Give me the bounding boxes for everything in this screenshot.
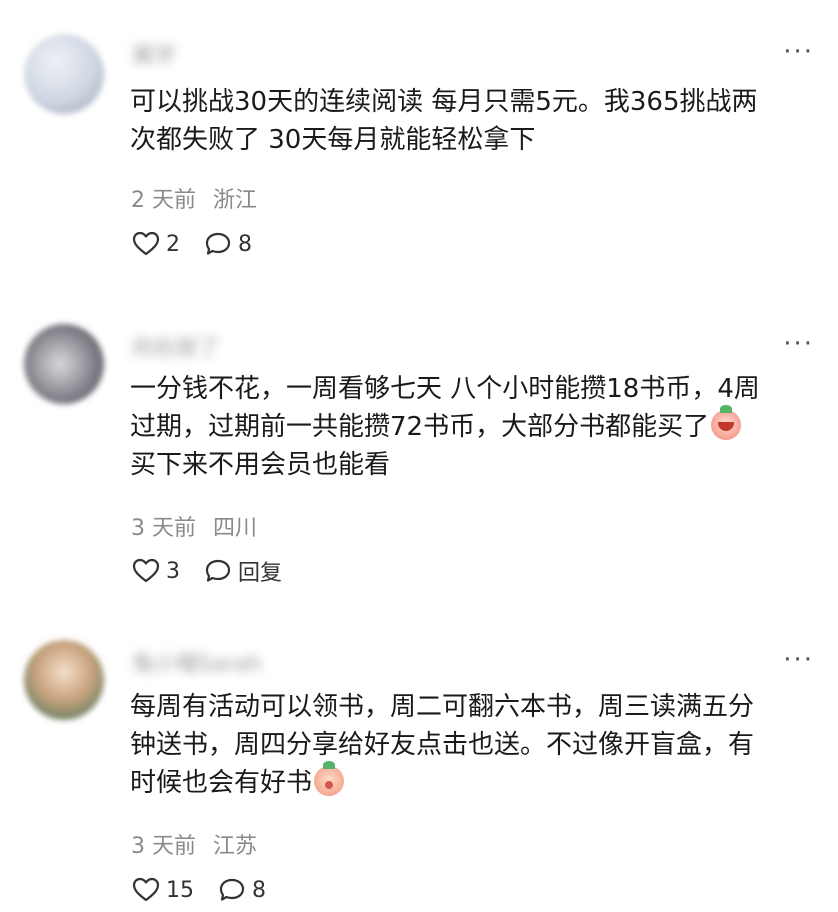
crying-face-emoji-icon — [711, 405, 742, 440]
comment-location: 浙江 — [213, 188, 258, 213]
comment-time: 2 天前 — [131, 188, 196, 213]
more-options-icon[interactable]: ··· — [783, 331, 814, 357]
heart-icon — [132, 877, 160, 902]
comment-actions: 15 8 — [132, 874, 290, 906]
reply-count: 8 — [238, 231, 252, 257]
comment-text-content: 每周有活动可以领书，周二可翻六本书，周三读满五分 钟送书，周四分享给好友点击也送… — [130, 692, 755, 798]
comment-meta: 2 天前 浙江 — [131, 182, 257, 214]
comment-text-continued: 买下来不用会员也能看 — [130, 450, 391, 480]
like-count: 3 — [166, 558, 180, 584]
avatar[interactable] — [24, 640, 104, 720]
like-count: 15 — [166, 877, 194, 903]
reply-label: 回复 — [238, 561, 283, 586]
comment-text: 一分钱不花，一周看够七天 八个小时能攒18书币，4周 过期，过期前一共能攒72书… — [130, 370, 820, 484]
more-options-icon[interactable]: ··· — [783, 39, 814, 65]
comment-location: 四川 — [213, 516, 258, 541]
reply-button[interactable]: 回复 — [204, 555, 282, 587]
comment-actions: 2 8 — [132, 228, 276, 260]
comment-meta: 3 天前 江苏 — [131, 828, 257, 860]
comment-bubble-icon — [205, 559, 231, 582]
avatar[interactable] — [24, 324, 104, 404]
like-button[interactable]: 3 — [132, 558, 180, 584]
comment-time: 3 天前 — [131, 834, 196, 859]
like-button[interactable]: 2 — [132, 231, 180, 257]
comment-bubble-icon — [219, 878, 245, 901]
avatar[interactable] — [24, 34, 104, 114]
comment-text-content: 一分钱不花，一周看够七天 八个小时能攒18书币，4周 过期，过期前一共能攒72书… — [130, 374, 760, 442]
heart-icon — [132, 558, 160, 583]
comment-location: 江苏 — [213, 834, 258, 859]
comment-bubble-icon — [205, 232, 231, 255]
comment-text-content: 可以挑战30天的连续阅读 每月只需5元。我365挑战两 次都失败了 30天每月就… — [130, 87, 758, 155]
username[interactable]: 向右就了 — [132, 330, 220, 361]
reply-button[interactable]: 8 — [204, 231, 252, 257]
more-options-icon[interactable]: ··· — [783, 647, 814, 673]
comment-time: 3 天前 — [131, 516, 196, 541]
heart-icon — [132, 231, 160, 256]
sly-face-emoji-icon — [314, 761, 345, 796]
comment-text: 每周有活动可以领书，周二可翻六本书，周三读满五分 钟送书，周四分享给好友点击也送… — [130, 688, 820, 802]
username[interactable]: 兔小喵Sarah — [132, 646, 262, 677]
comment-text: 可以挑战30天的连续阅读 每月只需5元。我365挑战两 次都失败了 30天每月就… — [130, 83, 820, 159]
reply-count: 8 — [252, 877, 266, 903]
like-count: 2 — [166, 231, 180, 257]
like-button[interactable]: 15 — [132, 877, 194, 903]
comment-meta: 3 天前 四川 — [131, 510, 257, 542]
comment-actions: 3 回复 — [132, 555, 306, 587]
username[interactable]: 离宇 — [132, 38, 176, 69]
reply-button[interactable]: 8 — [218, 877, 266, 903]
